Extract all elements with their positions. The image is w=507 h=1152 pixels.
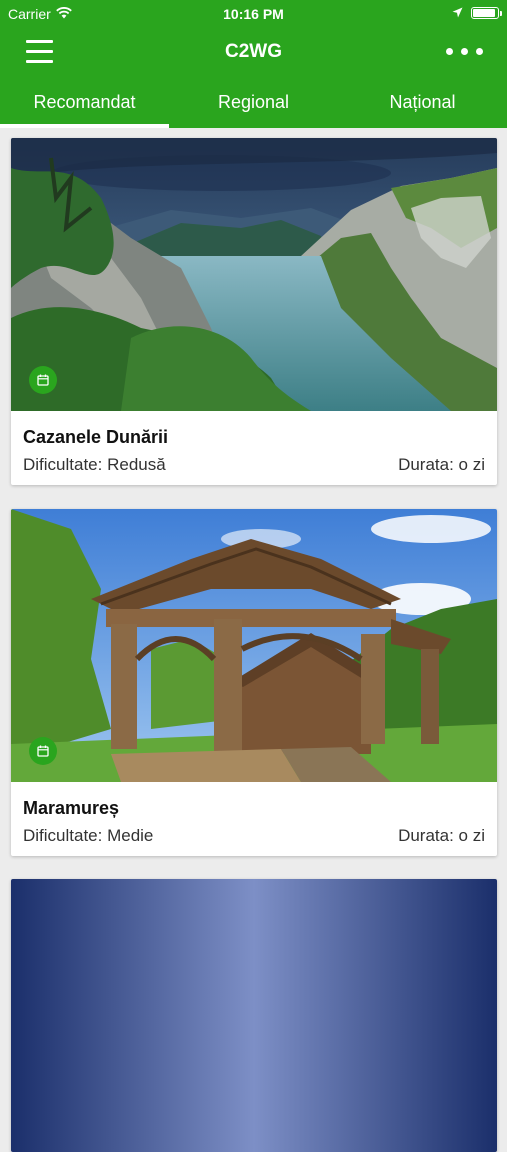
more-icon[interactable] — [446, 48, 483, 55]
route-image — [11, 879, 497, 1152]
status-bar: Carrier 10:16 PM — [0, 0, 507, 28]
app-title: C2WG — [225, 41, 282, 62]
route-duration: Durata: o zi — [398, 826, 485, 845]
tab-recomandat[interactable]: Recomandat — [0, 76, 169, 128]
route-card[interactable] — [11, 879, 497, 1152]
status-time: 10:16 PM — [223, 6, 284, 22]
route-title: Maramureș — [23, 798, 120, 818]
route-duration: Durata: o zi — [398, 455, 485, 474]
route-difficulty: Dificultate: Redusă — [23, 455, 166, 474]
hamburger-menu-icon[interactable] — [26, 40, 53, 63]
route-card[interactable]: Cazanele Dunării Dificultate: Redusă Dur… — [11, 138, 497, 485]
route-image — [11, 138, 497, 411]
location-arrow-icon — [452, 5, 463, 21]
route-image — [11, 509, 497, 782]
route-difficulty: Dificultate: Medie — [23, 826, 154, 845]
calendar-icon — [29, 737, 57, 765]
calendar-icon — [29, 366, 57, 394]
tab-bar: Recomandat Regional Național — [0, 76, 507, 128]
tab-regional[interactable]: Regional — [169, 76, 338, 128]
route-title: Cazanele Dunării — [23, 427, 169, 447]
battery-icon — [471, 7, 502, 19]
app-header: C2WG — [0, 28, 507, 76]
tab-national[interactable]: Național — [338, 76, 507, 128]
route-card[interactable]: Maramureș Dificultate: Medie Durata: o z… — [11, 509, 497, 856]
